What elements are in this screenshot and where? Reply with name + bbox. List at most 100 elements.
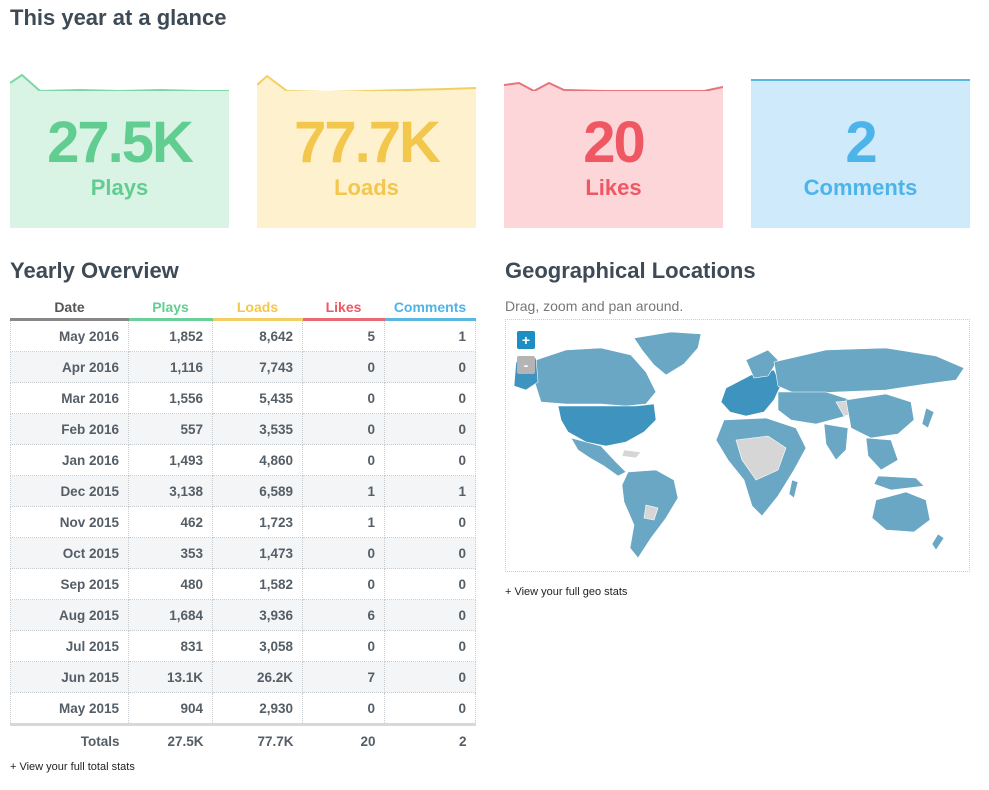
world-map-svg — [513, 331, 965, 559]
view-total-stats-link[interactable]: + View your full total stats — [10, 761, 135, 773]
cell-likes: 0 — [302, 568, 385, 600]
cell-loads: 3,058 — [212, 630, 303, 662]
cell-comments: 0 — [384, 382, 476, 414]
cell-likes: 0 — [302, 444, 385, 476]
table-row: Apr 2016 1,116 7,743 0 0 — [10, 351, 476, 383]
loads-label: Loads — [334, 175, 399, 200]
table-row: Mar 2016 1,556 5,435 0 0 — [10, 382, 476, 414]
cell-comments: 0 — [384, 692, 476, 725]
plays-card-body: 27.5K Plays — [10, 91, 229, 228]
comments-card-body: 2 Comments — [751, 91, 970, 228]
yearly-overview-title: Yearly Overview — [10, 258, 179, 283]
map-indonesia — [873, 475, 925, 491]
cell-likes: 0 — [302, 630, 385, 662]
geo-subtitle: Drag, zoom and pan around. — [505, 298, 684, 314]
likes-label: Likes — [585, 175, 642, 200]
cell-comments: 0 — [384, 568, 476, 600]
cell-plays: 1,852 — [128, 319, 213, 352]
plays-label: Plays — [90, 175, 149, 200]
cell-loads: 1,473 — [212, 537, 303, 569]
map-india — [823, 423, 849, 461]
cell-plays: 904 — [128, 692, 213, 725]
cell-comments: 1 — [384, 475, 476, 507]
world-map[interactable]: + - — [505, 319, 970, 572]
cell-comments: 0 — [384, 661, 476, 693]
cell-plays: 13.1K — [128, 661, 213, 693]
table-row: Sep 2015 480 1,582 0 0 — [10, 568, 476, 600]
cell-likes: 0 — [302, 537, 385, 569]
table-row: Jul 2015 831 3,058 0 0 — [10, 630, 476, 662]
cell-likes: 0 — [302, 692, 385, 725]
cell-date: Nov 2015 — [10, 506, 129, 538]
cell-loads: 1,723 — [212, 506, 303, 538]
column-header-loads[interactable]: Loads — [212, 296, 303, 321]
zoom-out-button[interactable]: - — [517, 356, 535, 374]
map-southeast-asia — [865, 437, 899, 471]
loads-card: 77.7K Loads — [257, 73, 476, 228]
map-nodata-caribbean — [621, 449, 642, 459]
cell-date: Jan 2016 — [10, 444, 129, 476]
cell-date: May 2016 — [10, 319, 129, 352]
column-header-likes[interactable]: Likes — [302, 296, 385, 321]
yearly-table-body: May 2016 1,852 8,642 5 1 Apr 2016 1,116 7,743 0 0… — [10, 319, 476, 756]
cell-comments: 0 — [384, 351, 476, 383]
map-canada — [533, 347, 657, 407]
totals-loads: 77.7K — [212, 723, 303, 756]
plays-card: 27.5K Plays — [10, 73, 229, 228]
cell-date: Jul 2015 — [10, 630, 129, 662]
cell-likes: 1 — [302, 475, 385, 507]
page-title: This year at a glance — [10, 5, 227, 30]
comments-card: 2 Comments — [751, 73, 970, 228]
likes-value: 20 — [583, 110, 646, 175]
table-row: Aug 2015 1,684 3,936 6 0 — [10, 599, 476, 631]
column-header-plays[interactable]: Plays — [128, 296, 213, 321]
table-row: Jun 2015 13.1K 26.2K 7 0 — [10, 661, 476, 693]
plays-value: 27.5K — [47, 110, 194, 175]
cell-loads: 3,936 — [212, 599, 303, 631]
cell-comments: 0 — [384, 599, 476, 631]
table-row: Nov 2015 462 1,723 1 0 — [10, 506, 476, 538]
cell-plays: 480 — [128, 568, 213, 600]
column-header-date[interactable]: Date — [10, 296, 129, 321]
table-row: May 2015 904 2,930 0 0 — [10, 692, 476, 725]
cell-loads: 5,435 — [212, 382, 303, 414]
loads-value: 77.7K — [294, 110, 441, 175]
cell-comments: 0 — [384, 413, 476, 445]
cell-loads: 6,589 — [212, 475, 303, 507]
view-geo-stats-link[interactable]: + View your full geo stats — [505, 586, 627, 598]
cell-loads: 26.2K — [212, 661, 303, 693]
cell-plays: 353 — [128, 537, 213, 569]
yearly-overview-table: Date Plays Loads Likes Comments May 2016… — [10, 296, 476, 756]
zoom-in-button[interactable]: + — [517, 331, 535, 349]
cell-likes: 0 — [302, 351, 385, 383]
cell-loads: 2,930 — [212, 692, 303, 725]
cell-loads: 7,743 — [212, 351, 303, 383]
map-greenland — [633, 331, 702, 376]
cell-date: Jun 2015 — [10, 661, 129, 693]
cell-date: Mar 2016 — [10, 382, 129, 414]
column-header-comments[interactable]: Comments — [384, 296, 476, 321]
table-row: May 2016 1,852 8,642 5 1 — [10, 319, 476, 352]
cell-date: Aug 2015 — [10, 599, 129, 631]
table-row: Dec 2015 3,138 6,589 1 1 — [10, 475, 476, 507]
cell-loads: 3,535 — [212, 413, 303, 445]
cell-date: Sep 2015 — [10, 568, 129, 600]
cell-date: May 2015 — [10, 692, 129, 725]
cell-likes: 7 — [302, 661, 385, 693]
cell-likes: 1 — [302, 506, 385, 538]
cell-loads: 1,582 — [212, 568, 303, 600]
cell-comments: 0 — [384, 444, 476, 476]
cell-likes: 0 — [302, 413, 385, 445]
totals-label: Totals — [10, 723, 129, 756]
comments-label: Comments — [803, 175, 918, 200]
comments-value: 2 — [845, 110, 877, 175]
cell-plays: 1,556 — [128, 382, 213, 414]
cell-comments: 0 — [384, 506, 476, 538]
map-australia — [871, 491, 931, 533]
cell-plays: 462 — [128, 506, 213, 538]
totals-likes: 20 — [302, 723, 385, 756]
cell-comments: 0 — [384, 630, 476, 662]
map-russia — [773, 347, 965, 395]
cell-loads: 4,860 — [212, 444, 303, 476]
map-madagascar — [788, 479, 799, 499]
